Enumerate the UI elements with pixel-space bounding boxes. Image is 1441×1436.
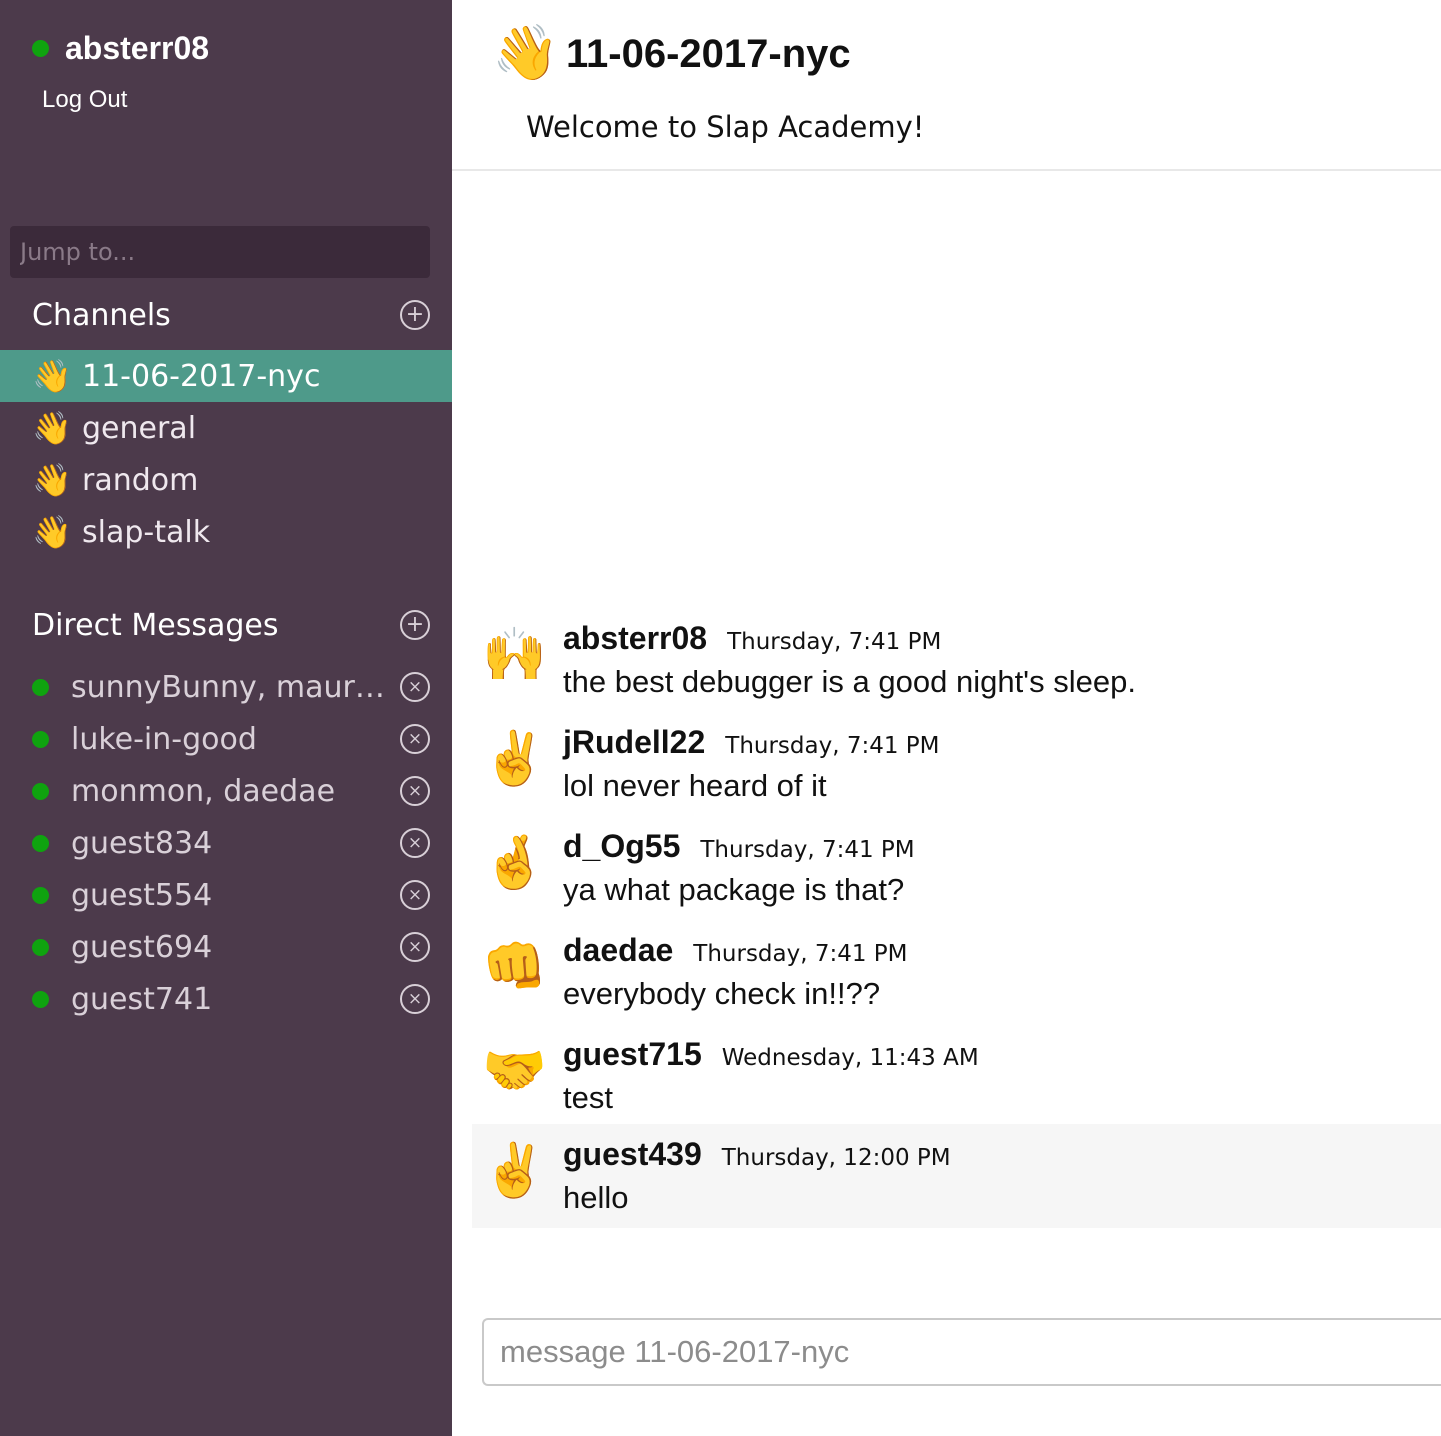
dm-label: guest554 — [71, 877, 213, 913]
message-header: jRudell22 Thursday, 7:41 PM — [563, 724, 940, 761]
add-direct-message-icon[interactable]: + — [400, 610, 430, 640]
message-author[interactable]: jRudell22 — [563, 724, 705, 761]
victory-hand-icon[interactable]: ✌️ — [482, 1140, 547, 1202]
dm-label: guest694 — [71, 929, 213, 965]
close-dm-icon[interactable]: × — [400, 828, 430, 858]
close-dm-icon[interactable]: × — [400, 672, 430, 702]
message-item: 🤝 guest715 Wednesday, 11:43 AM test — [472, 1034, 1441, 1138]
message-header: daedae Thursday, 7:41 PM — [563, 932, 908, 969]
current-user: absterr08 — [32, 30, 209, 67]
message-header: absterr08 Thursday, 7:41 PM — [563, 620, 941, 657]
dm-item[interactable]: guest741 × — [32, 977, 430, 1021]
wave-icon: 👋 — [32, 357, 72, 395]
close-dm-icon[interactable]: × — [400, 776, 430, 806]
close-dm-icon[interactable]: × — [400, 724, 430, 754]
wave-icon: 👋 — [32, 461, 72, 499]
message-timestamp: Thursday, 12:00 PM — [721, 1145, 951, 1171]
direct-messages-title: Direct Messages — [32, 607, 279, 643]
dm-item[interactable]: guest834 × — [32, 821, 430, 865]
message-timestamp: Wednesday, 11:43 AM — [721, 1045, 979, 1071]
current-username: absterr08 — [65, 30, 210, 66]
wave-icon: 👋 — [32, 513, 72, 551]
message-timestamp: Thursday, 7:41 PM — [693, 941, 908, 967]
dm-label: luke-in-good — [71, 721, 257, 757]
dm-item[interactable]: luke-in-good × — [32, 717, 430, 761]
channel-item-general[interactable]: 👋 general — [0, 402, 452, 454]
online-status-icon — [32, 886, 49, 904]
close-dm-icon[interactable]: × — [400, 984, 430, 1014]
message-author[interactable]: guest715 — [563, 1036, 702, 1073]
channel-header: 👋 11-06-2017-nyc Welcome to Slap Academy… — [452, 0, 1441, 171]
online-status-icon — [32, 834, 49, 852]
message-header: d_Og55 Thursday, 7:41 PM — [563, 828, 915, 865]
message-author[interactable]: guest439 — [563, 1136, 702, 1173]
wave-icon: 👋 — [492, 21, 560, 84]
direct-messages-header: Direct Messages + — [32, 605, 430, 645]
message-header: guest715 Wednesday, 11:43 AM — [563, 1036, 979, 1073]
message-text: the best debugger is a good night's slee… — [563, 664, 1136, 699]
message-author[interactable]: d_Og55 — [563, 828, 680, 865]
online-status-icon — [32, 678, 49, 696]
message-text: everybody check in!!?? — [563, 976, 881, 1011]
message-item-hovered: ✌️ guest439 Thursday, 12:00 PM hello — [472, 1124, 1441, 1228]
victory-hand-icon[interactable]: ✌️ — [482, 728, 547, 790]
message-text: test — [563, 1080, 613, 1115]
message-item: 🙌 absterr08 Thursday, 7:41 PM the best d… — [472, 618, 1441, 722]
channel-title: 11-06-2017-nyc — [566, 32, 851, 76]
dm-item[interactable]: guest694 × — [32, 925, 430, 969]
logout-button[interactable]: Log Out — [42, 86, 127, 114]
message-item: ✌️ jRudell22 Thursday, 7:41 PM lol never… — [472, 722, 1441, 826]
sidebar: absterr08 Log Out Channels + 👋 11-06-201… — [0, 0, 452, 1436]
channel-label: random — [82, 462, 199, 498]
jump-to-input[interactable] — [10, 226, 430, 278]
online-status-icon — [32, 990, 49, 1008]
app-window: absterr08 Log Out Channels + 👋 11-06-201… — [0, 0, 1441, 1436]
dm-item[interactable]: guest554 × — [32, 873, 430, 917]
channel-label: general — [82, 410, 197, 446]
channel-item-random[interactable]: 👋 random — [0, 454, 452, 506]
message-item: 🤞 d_Og55 Thursday, 7:41 PM ya what packa… — [472, 826, 1441, 930]
add-channel-icon[interactable]: + — [400, 300, 430, 330]
message-text: hello — [563, 1180, 629, 1215]
message-timestamp: Thursday, 7:41 PM — [700, 837, 915, 863]
message-author[interactable]: daedae — [563, 932, 673, 969]
channel-topic: Welcome to Slap Academy! — [526, 110, 925, 144]
channel-item-slap-talk[interactable]: 👋 slap-talk — [0, 506, 452, 558]
message-timestamp: Thursday, 7:41 PM — [725, 733, 940, 759]
dm-item[interactable]: sunnyBunny, mauric... × — [32, 665, 430, 709]
main-panel: 👋 11-06-2017-nyc Welcome to Slap Academy… — [452, 0, 1441, 1436]
message-item: 👊 daedae Thursday, 7:41 PM everybody che… — [472, 930, 1441, 1034]
close-dm-icon[interactable]: × — [400, 932, 430, 962]
channel-label: slap-talk — [82, 514, 211, 550]
channels-title: Channels — [32, 297, 171, 333]
online-status-icon — [32, 782, 49, 800]
channel-label: 11-06-2017-nyc — [82, 358, 321, 394]
channel-item-11-06-2017-nyc[interactable]: 👋 11-06-2017-nyc — [0, 350, 452, 402]
dm-label: guest834 — [71, 825, 213, 861]
dm-label: guest741 — [71, 981, 213, 1017]
online-status-icon — [32, 730, 49, 748]
dm-label: sunnyBunny, mauric... — [71, 669, 391, 705]
message-header: guest439 Thursday, 12:00 PM — [563, 1136, 951, 1173]
online-status-icon — [32, 938, 49, 956]
channels-header: Channels + — [32, 295, 430, 335]
message-author[interactable]: absterr08 — [563, 620, 707, 657]
message-text: lol never heard of it — [563, 768, 827, 803]
wave-icon: 👋 — [32, 409, 72, 447]
close-dm-icon[interactable]: × — [400, 880, 430, 910]
crossed-fingers-icon[interactable]: 🤞 — [482, 832, 547, 894]
handshake-icon[interactable]: 🤝 — [482, 1040, 547, 1102]
online-status-icon — [32, 40, 49, 57]
raised-hands-icon[interactable]: 🙌 — [482, 624, 547, 686]
dm-label: monmon, daedae — [71, 773, 336, 809]
fist-bump-icon[interactable]: 👊 — [482, 936, 547, 998]
dm-item[interactable]: monmon, daedae × — [32, 769, 430, 813]
message-input[interactable] — [482, 1318, 1441, 1386]
message-timestamp: Thursday, 7:41 PM — [727, 629, 942, 655]
message-text: ya what package is that? — [563, 872, 905, 907]
